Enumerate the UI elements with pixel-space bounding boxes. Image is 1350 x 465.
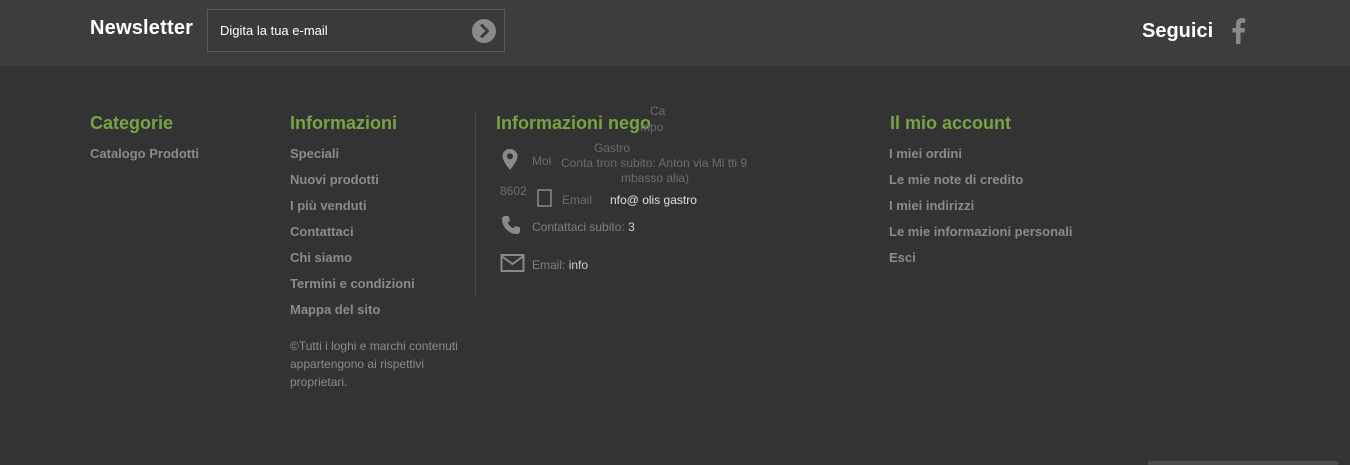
newsletter-bar: Newsletter Seguici (0, 0, 1350, 66)
facebook-icon[interactable] (1229, 16, 1249, 46)
footer-link-best-sellers[interactable]: I più venduti (290, 198, 415, 224)
account-list: I miei ordini Le mie note di credito I m… (889, 146, 1072, 276)
newsletter-email-input[interactable] (208, 10, 482, 51)
footer-link-label[interactable]: Mappa del sito (290, 302, 380, 317)
footer-link-orders[interactable]: I miei ordini (889, 146, 1072, 172)
footer-link-label[interactable]: Le mie note di credito (889, 172, 1023, 187)
shop-info-title: Informazioni nego (496, 113, 651, 133)
footer-link-label[interactable]: Nuovi prodotti (290, 172, 379, 187)
address-line-2: 8602 (500, 184, 527, 198)
footer-link-contact[interactable]: Contattaci (290, 224, 415, 250)
email-value[interactable]: info (569, 258, 588, 272)
follow-us-title: Seguici (1142, 20, 1214, 42)
footer-link-about[interactable]: Chi siamo (290, 250, 415, 276)
phone-label: Contattaci subito: (532, 220, 625, 234)
newsletter-submit-button[interactable] (472, 19, 496, 43)
info-title: Informazioni (290, 113, 397, 133)
ghost-text: mbasso alia) (621, 171, 690, 185)
footer-link-label[interactable]: Le mie informazioni personali (889, 224, 1072, 239)
phone-value[interactable]: 3 (628, 220, 635, 234)
footer-link-label[interactable]: Speciali (290, 146, 339, 161)
address-line-1: Mol (532, 154, 552, 168)
ghost-text: Email (562, 193, 593, 207)
phone-text: Contattaci subito: 3 (532, 220, 635, 234)
envelope-icon (500, 254, 525, 272)
footer-link-label[interactable]: Esci (889, 250, 916, 265)
footer-link-addresses[interactable]: I miei indirizzi (889, 198, 1072, 224)
footer-link-logout[interactable]: Esci (889, 250, 1072, 276)
footer-link-specials[interactable]: Speciali (290, 146, 415, 172)
account-title: Il mio account (890, 113, 1012, 133)
column-divider (475, 112, 476, 296)
footer-link-label[interactable]: Chi siamo (290, 250, 352, 265)
footer-link-sitemap[interactable]: Mappa del sito (290, 302, 415, 328)
ghost-text: Gastro (594, 141, 631, 155)
newsletter-form (207, 9, 505, 52)
ghost-text: nfo@ olis gastro (610, 193, 697, 207)
ghost-text: Ca (650, 104, 666, 118)
scroll-tab[interactable] (1148, 461, 1338, 465)
email-label: Email: (532, 258, 566, 272)
info-list: Speciali Nuovi prodotti I più venduti Co… (290, 146, 415, 328)
footer-link-new-products[interactable]: Nuovi prodotti (290, 172, 415, 198)
categories-list: Catalogo Prodotti (90, 146, 199, 172)
chevron-right-circle-icon (480, 24, 489, 38)
footer-link-catalog-label[interactable]: Catalogo Prodotti (90, 146, 199, 161)
footer-link-label[interactable]: I più venduti (290, 198, 367, 213)
footer-link-credit-notes[interactable]: Le mie note di credito (889, 172, 1072, 198)
map-pin-icon (502, 149, 518, 170)
footer-link-personal-info[interactable]: Le mie informazioni personali (889, 224, 1072, 250)
footer-link-label[interactable]: Termini e condizioni (290, 276, 415, 291)
footer-link-label[interactable]: Contattaci (290, 224, 354, 239)
newsletter-title: Newsletter (90, 17, 194, 39)
footer-link-terms[interactable]: Termini e condizioni (290, 276, 415, 302)
document-icon (537, 189, 552, 207)
footer-link-label[interactable]: I miei indirizzi (889, 198, 974, 213)
footer-link-catalog[interactable]: Catalogo Prodotti (90, 146, 199, 172)
email-text: Email: info (532, 258, 588, 272)
ghost-text: mpo (640, 120, 664, 134)
ghost-text: Conta tron subito: Anton via Mi tti 9 (561, 156, 748, 170)
phone-icon (502, 216, 520, 234)
footer-link-label[interactable]: I miei ordini (889, 146, 962, 161)
categories-title: Categorie (90, 113, 174, 133)
copyright-text: ©Tutti i loghi e marchi contenuti appart… (290, 339, 458, 389)
